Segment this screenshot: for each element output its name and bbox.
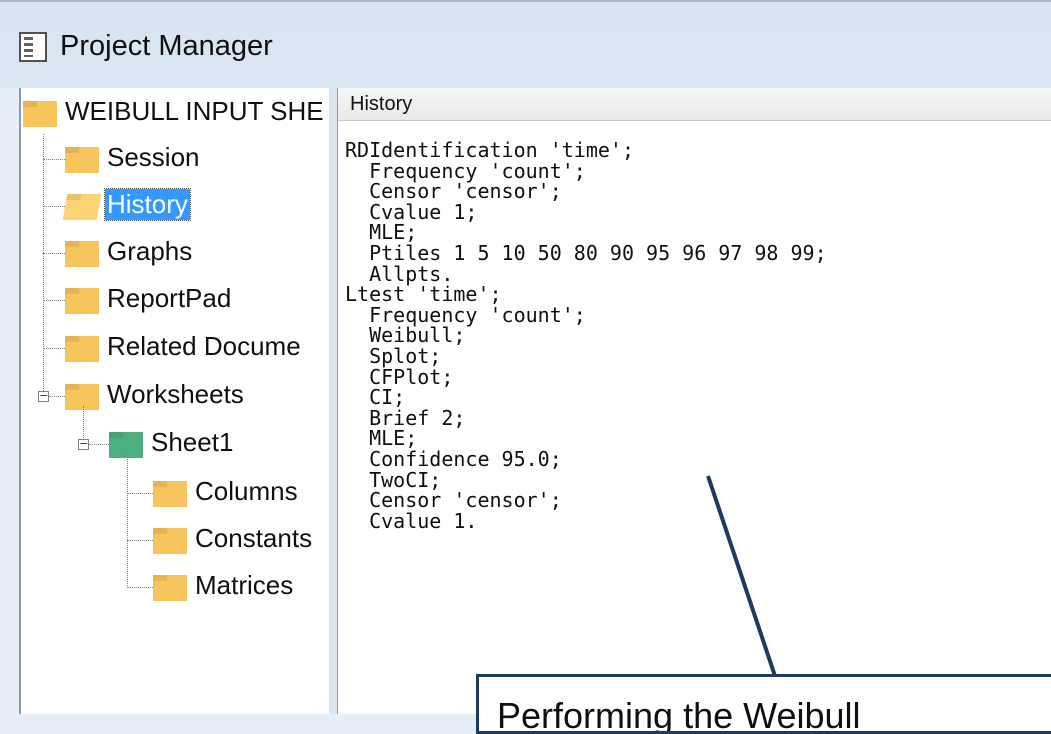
collapse-icon[interactable]: −	[78, 438, 89, 450]
folder-icon	[65, 336, 99, 362]
tree-item-label: Sheet1	[151, 427, 234, 457]
history-line: CI;	[345, 385, 406, 410]
history-header: History	[338, 88, 1051, 121]
history-line: MLE;	[345, 220, 418, 245]
folder-icon	[65, 241, 99, 267]
project-tree[interactable]: WEIBULL INPUT SHE Session History Graphs…	[19, 88, 329, 714]
history-command-text[interactable]: RDIdentification 'time'; Frequency 'coun…	[345, 140, 827, 531]
folder-icon	[65, 147, 99, 173]
history-line: Weibull;	[345, 323, 466, 348]
history-line: Frequency 'count';	[345, 158, 586, 183]
project-manager-window: Project Manager WEIBULL INPUT SHE Sessio…	[0, 0, 1051, 734]
tree-item-label: Session	[107, 142, 200, 172]
pane-splitter[interactable]	[329, 88, 337, 714]
project-manager-icon	[19, 32, 47, 62]
folder-icon	[23, 101, 57, 127]
history-line: Allpts.	[345, 261, 454, 286]
worksheet-icon	[109, 432, 143, 458]
tree-item-label: Constants	[195, 523, 313, 553]
history-line: Censor 'censor';	[345, 488, 562, 513]
title-bar: Project Manager	[0, 0, 1051, 88]
history-line: MLE;	[345, 426, 418, 451]
tree-item-label: ReportPad	[107, 283, 232, 313]
history-line: Splot;	[345, 343, 442, 368]
window-title: Project Manager	[60, 30, 273, 62]
history-line: Ltest 'time';	[345, 282, 502, 307]
tree-item-label: Columns	[195, 476, 298, 506]
folder-icon	[65, 288, 99, 314]
callout-box: Performing the Weibull	[476, 674, 1051, 734]
history-line: Confidence 95.0;	[345, 446, 562, 471]
history-header-label: History	[350, 93, 413, 115]
folder-icon	[65, 384, 99, 410]
history-line: RDIdentification 'time';	[345, 138, 634, 162]
history-line: CFPlot;	[345, 364, 454, 389]
history-line: Censor 'censor';	[345, 179, 562, 204]
tree-item-label: Related Docume	[107, 331, 301, 361]
open-folder-icon	[62, 194, 102, 220]
callout-text: Performing the Weibull	[497, 695, 861, 734]
folder-icon	[153, 528, 187, 554]
tree-root-label: WEIBULL INPUT SHE	[65, 96, 324, 126]
history-line: Cvalue 1;	[345, 199, 478, 224]
folder-icon	[153, 575, 187, 601]
history-line: Cvalue 1.	[345, 508, 478, 533]
history-line: Ptiles 1 5 10 50 80 90 95 96 97 98 99;	[345, 240, 827, 265]
history-line: Frequency 'count';	[345, 302, 586, 327]
tree-item-label: Graphs	[107, 236, 193, 266]
tree-item-label: Matrices	[195, 570, 294, 600]
folder-icon	[153, 481, 187, 507]
history-pane[interactable]: History RDIdentification 'time'; Frequen…	[337, 88, 1051, 714]
tree-item-label: Worksheets	[107, 379, 244, 409]
collapse-icon[interactable]: −	[38, 390, 49, 402]
history-line: TwoCI;	[345, 467, 442, 492]
tree-item-label: History	[104, 188, 191, 221]
history-line: Brief 2;	[345, 405, 466, 430]
